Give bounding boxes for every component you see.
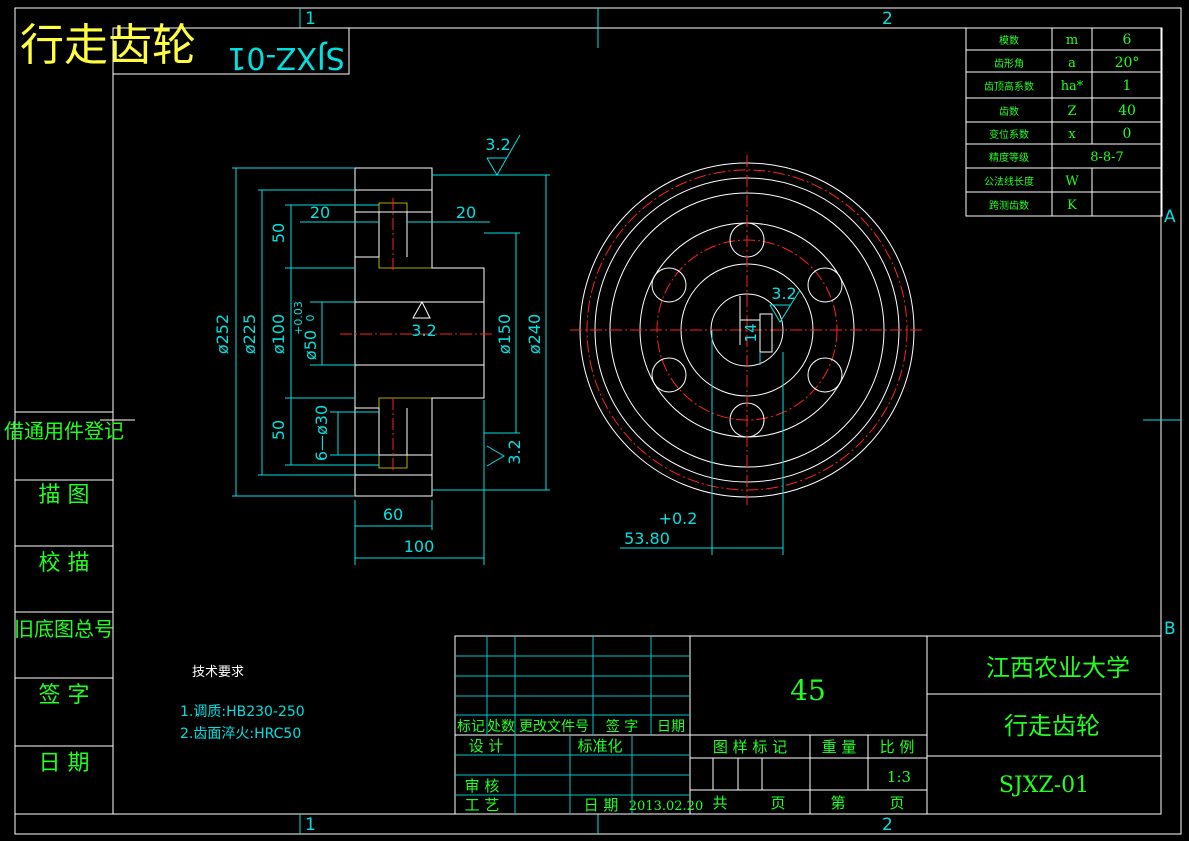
dim-right-20: 20 (456, 203, 476, 222)
zone-col2-bottom: 2 (882, 815, 893, 835)
side-panel-register: 借通用件登记 (4, 419, 124, 443)
tech-line-2: 2.齿面淬火:HRC50 (180, 726, 301, 742)
side-panel-check-trace: 校 描 (39, 551, 90, 576)
param-label: 齿数 (999, 105, 1019, 118)
revision-header: 更改文件号 (519, 719, 589, 735)
zone-row-b: B (1164, 619, 1176, 639)
dim-root-diameter: ø225 (240, 314, 259, 354)
side-panel-old-base: 旧底图总号 (14, 617, 114, 641)
dim-hub-diameter: ø100 (269, 314, 288, 354)
param-symbol: ha* (1061, 79, 1084, 94)
revision-header: 处数 (487, 719, 515, 735)
revision-header: 标记 (457, 719, 485, 735)
roughness-bore: 3.2 (411, 321, 436, 340)
tb-sheet: 第 (830, 794, 845, 812)
zone-col2-top: 2 (882, 9, 893, 29)
tb-date-value: 2013.02.20 (629, 799, 703, 814)
param-symbol: Z (1067, 104, 1076, 119)
param-value: 0 (1123, 126, 1132, 142)
dim-keyway-depth: 53.80 (624, 529, 670, 548)
param-label: 齿形角 (994, 58, 1024, 70)
overlay-title: 行走齿轮 (20, 20, 196, 71)
param-label: 精度等级 (989, 151, 1029, 164)
tb-review: 审 核 (465, 777, 500, 795)
param-value: 6 (1123, 32, 1132, 48)
revision-header: 日期 (657, 719, 685, 735)
section-view: ø252 ø225 ø100 ø50 +0.03 0 6—ø30 ø150 ø2… (213, 134, 550, 565)
tb-material: 45 (790, 674, 826, 707)
param-value: 8-8-7 (1090, 150, 1124, 165)
revision-header: 签 字 (606, 718, 638, 735)
tb-part-name: 行走齿轮 (1004, 712, 1100, 740)
tb-page-1: 页 (770, 794, 785, 812)
dim-width-60: 60 (383, 505, 403, 524)
roughness-side: 3.2 (505, 439, 524, 464)
tech-line-1: 1.调质:HB230-250 (180, 704, 305, 720)
param-label: 公法线长度 (984, 175, 1034, 188)
tb-standard: 标准化 (577, 737, 622, 755)
param-symbol: K (1067, 198, 1077, 213)
dim-width-100: 100 (404, 537, 435, 556)
tb-page-2: 页 (889, 794, 904, 812)
roughness-top: 3.2 (485, 135, 510, 154)
param-label: 齿顶高系数 (984, 80, 1034, 93)
param-symbol: x (1068, 127, 1076, 142)
zone-col1-bottom: 1 (305, 815, 316, 835)
side-panel-date: 日 期 (39, 751, 90, 776)
param-value: 1 (1123, 78, 1132, 94)
tb-date-label: 日 期 (584, 796, 619, 814)
tb-school: 江西农业大学 (986, 654, 1130, 682)
zone-row-a: A (1164, 207, 1176, 227)
title-block: 标记 处数 更改文件号 签 字 日期 设 计 标准化 审 核 工 艺 日 期 2013.… (454, 635, 1162, 815)
tb-drawing-no: SJXZ-01 (999, 773, 1089, 798)
zone-col1-top: 1 (305, 9, 316, 29)
gear-parameter-table: 模数 m 6 齿形角 a 20° 齿顶高系数 ha* 1 齿数 Z 40 变位系数 x 0 精度等级 8-8-7… (965, 27, 1163, 217)
side-panel: 借通用件登记 描 图 校 描 旧底图总号 签 字 日 期 (4, 411, 124, 815)
tb-mark-header: 图 样 标 记 (713, 738, 787, 756)
dim-left-20: 20 (310, 203, 330, 222)
param-value: 40 (1118, 103, 1136, 119)
side-panel-trace: 描 图 (39, 483, 90, 508)
tech-title: 技术要求 (192, 665, 244, 680)
param-symbol: m (1066, 33, 1078, 48)
tb-weight-header: 重 量 (822, 738, 857, 756)
param-label: 模数 (999, 34, 1019, 47)
tb-process: 工 艺 (465, 796, 500, 814)
roughness-keyway: 3.2 (771, 284, 796, 303)
tb-design: 设 计 (469, 737, 504, 755)
dim-hole-circle: ø150 (495, 314, 514, 354)
dim-hole-spec: 6—ø30 (312, 405, 331, 461)
technical-requirements: 技术要求 1.调质:HB230-250 2.齿面淬火:HRC50 (180, 665, 305, 742)
dim-bore-tol-lower: 0 (304, 315, 317, 322)
dim-upper-50: 50 (269, 223, 288, 243)
tb-total: 共 (712, 794, 727, 812)
tb-scale-value: 1:3 (887, 768, 911, 786)
front-view: 3.2 14 +0.2 53.80 (570, 155, 925, 555)
dim-keyway-tol: +0.2 (659, 509, 698, 528)
mirrored-drawing-code: SJXZ-01 (227, 40, 344, 75)
param-value: 20° (1115, 55, 1140, 71)
param-label: 变位系数 (989, 128, 1029, 141)
param-symbol: W (1065, 174, 1079, 189)
cad-drawing: 1 2 1 2 A B SJXZ-01 行走齿轮 借通用件登记 描 图 校 描 … (4, 7, 1182, 835)
dim-keyway-width: 14 (742, 323, 760, 342)
dim-outer-diameter: ø252 (213, 314, 232, 354)
dim-pitch-diameter: ø240 (525, 314, 544, 354)
tb-scale-header: 比 例 (880, 738, 915, 756)
param-label: 跨测齿数 (989, 199, 1029, 212)
param-symbol: a (1068, 56, 1076, 71)
dim-lower-50: 50 (269, 420, 288, 440)
side-panel-signature: 签 字 (39, 683, 90, 708)
